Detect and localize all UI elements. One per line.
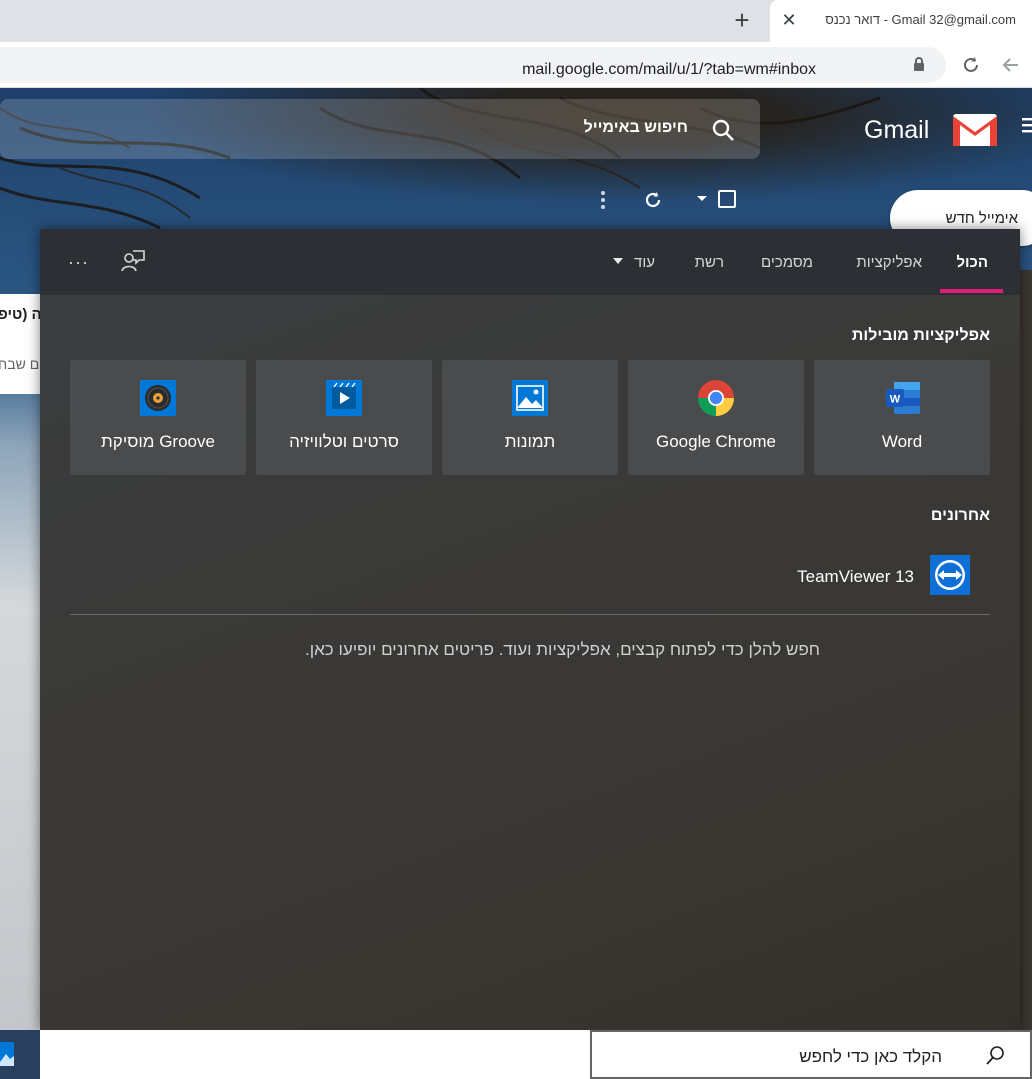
taskbar-app-icon[interactable] (0, 1030, 40, 1079)
groove-music-icon (140, 380, 176, 416)
app-tile-label: סרטים וטלוויזיה (289, 432, 399, 451)
photos-icon (512, 380, 548, 416)
svg-text:W: W (890, 394, 901, 406)
new-tab-button[interactable]: + (728, 7, 756, 35)
url-text[interactable]: mail.google.com/mail/u/1/?tab=wm#inbox (522, 61, 816, 79)
divider (70, 614, 990, 615)
omnibox[interactable]: mail.google.com/mail/u/1/?tab=wm#inbox (0, 47, 946, 83)
app-tile-label: Word (881, 432, 923, 451)
tab-all[interactable]: הכול (956, 254, 988, 271)
word-icon: W (886, 382, 920, 414)
recent-heading: אחרונים (930, 507, 990, 524)
select-all-checkbox[interactable] (718, 190, 736, 208)
lock-icon[interactable] (912, 56, 926, 72)
feedback-icon[interactable] (120, 249, 146, 273)
movies-tv-icon (326, 380, 362, 416)
taskbar-search-box[interactable]: הקלד כאן כדי לחפש (590, 1030, 1032, 1079)
refresh-icon[interactable] (642, 189, 664, 211)
select-dropdown-icon[interactable] (697, 196, 707, 201)
photos-taskbar-icon (0, 1042, 14, 1066)
recent-item-teamviewer[interactable]: TeamViewer 13 (780, 553, 990, 599)
tab-apps[interactable]: אפליקציות (856, 254, 922, 271)
top-apps-heading: אפליקציות מובילות (851, 327, 990, 344)
app-tile-label: Google Chrome (655, 432, 776, 451)
email-subject-fragment[interactable]: ה (טיפ (0, 306, 42, 323)
more-vert-icon[interactable] (600, 189, 606, 211)
app-tile-photos[interactable]: תמונות (442, 360, 618, 475)
side-panel-fragment (1020, 270, 1032, 1030)
tab-title: דואר נכנס - Gmail ‏32@gmail.com (825, 12, 1016, 27)
search-icon[interactable] (710, 117, 736, 143)
search-icon (986, 1046, 1004, 1065)
browser-tabstrip: ✕ דואר נכנס - Gmail ‏32@gmail.com + (0, 0, 1032, 42)
more-options-icon[interactable]: ··· (68, 252, 89, 273)
app-tile-groove-music[interactable]: Groove מוסיקת (70, 360, 246, 475)
compose-label: אימייל חדש (945, 210, 1018, 227)
chrome-icon (698, 380, 734, 416)
gmail-search-input[interactable]: חיפוש באימייל (584, 119, 688, 137)
taskbar-search-input[interactable]: הקלד כאן כדי לחפש (799, 1047, 942, 1067)
browser-tab-gmail[interactable]: ✕ דואר נכנס - Gmail ‏32@gmail.com (770, 0, 1032, 42)
search-hint-text: חפש להלן כדי לפתוח קבצים, אפליקציות ועוד… (304, 640, 820, 659)
main-menu-icon[interactable] (1022, 116, 1032, 134)
back-arrow-icon[interactable] (1000, 54, 1022, 76)
gmail-wordmark[interactable]: Gmail (864, 116, 929, 145)
active-tab-indicator (940, 289, 1003, 293)
tab-more[interactable]: עוד (634, 254, 655, 271)
app-tile-movies-tv[interactable]: סרטים וטלוויזיה (256, 360, 432, 475)
app-tile-word[interactable]: W Word (814, 360, 990, 475)
email-snippet-fragment[interactable]: ם שבח (0, 356, 39, 372)
tab-close-icon[interactable]: ✕ (778, 9, 800, 31)
tab-documents[interactable]: מסמכים (761, 254, 813, 271)
app-tile-google-chrome[interactable]: Google Chrome (628, 360, 804, 475)
reload-icon[interactable] (960, 54, 982, 76)
tab-web[interactable]: רשת (695, 254, 724, 271)
gmail-logo-icon[interactable] (952, 112, 998, 148)
app-tile-label: תמונות (504, 432, 556, 451)
teamviewer-icon (930, 555, 970, 595)
windows-search-flyout (40, 229, 1020, 1030)
recent-item-label: TeamViewer 13 (797, 567, 914, 586)
chevron-down-icon[interactable] (613, 258, 623, 264)
app-tile-label: Groove מוסיקת (101, 432, 215, 451)
browser-toolbar: mail.google.com/mail/u/1/?tab=wm#inbox (0, 42, 1032, 88)
